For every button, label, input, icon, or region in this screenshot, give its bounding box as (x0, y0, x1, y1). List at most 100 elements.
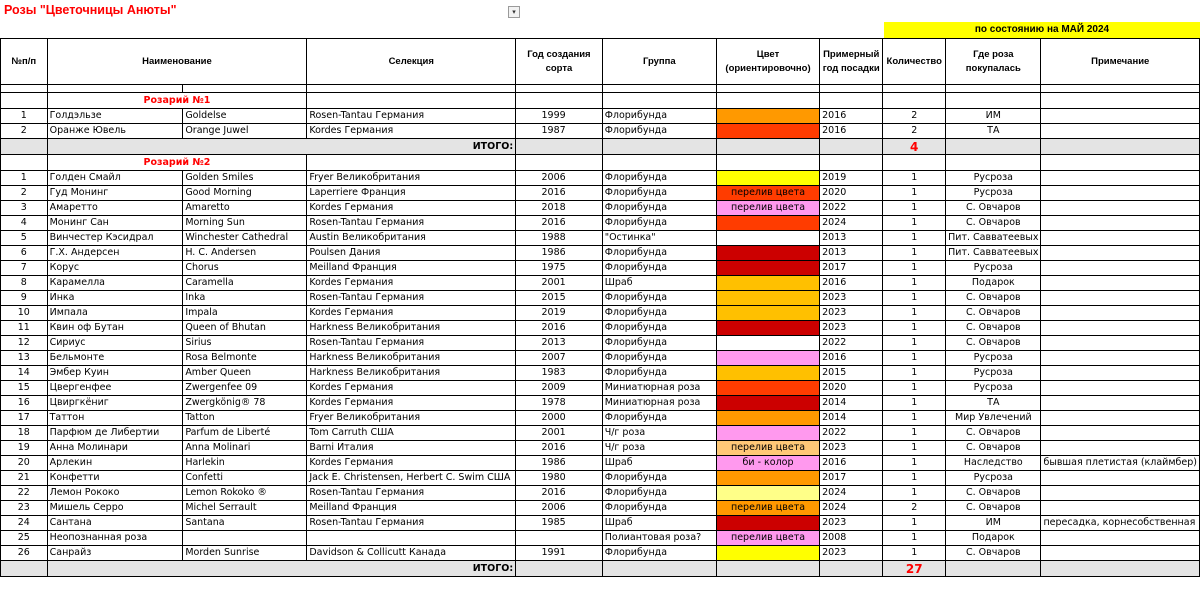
bought-at[interactable]: С. Овчаров (945, 215, 1042, 231)
color-swatch[interactable] (715, 395, 821, 411)
year-planted[interactable]: 2020 (819, 380, 884, 396)
note[interactable] (1040, 350, 1200, 366)
name-ru[interactable]: Импала (46, 305, 184, 321)
bought-at[interactable]: Русроза (945, 260, 1042, 276)
quantity[interactable]: 1 (882, 230, 947, 246)
empty-cell[interactable] (945, 154, 1042, 171)
quantity[interactable]: 1 (882, 290, 947, 306)
name-en[interactable]: Rosa Belmonte (182, 350, 308, 366)
year-created[interactable]: 1987 (515, 123, 603, 139)
color-swatch[interactable] (715, 425, 821, 441)
name-ru[interactable]: Инка (46, 290, 184, 306)
row-number[interactable]: 8 (0, 275, 48, 291)
row-number[interactable]: 1 (0, 170, 48, 186)
name-ru[interactable]: Конфетти (46, 470, 184, 486)
row-number[interactable]: 2 (0, 123, 48, 139)
name-en[interactable]: Queen of Bhutan (182, 320, 308, 336)
name-ru[interactable]: Голден Смайл (46, 170, 184, 186)
quantity[interactable]: 2 (882, 500, 947, 516)
selection[interactable]: Rosen-Tantau Германия (306, 335, 517, 351)
year-planted[interactable]: 2022 (819, 425, 884, 441)
name-ru[interactable]: Монинг Сан (46, 215, 184, 231)
year-planted[interactable]: 2024 (819, 215, 884, 231)
color-swatch[interactable] (715, 108, 821, 124)
group[interactable]: Шраб (601, 275, 717, 291)
row-number[interactable]: 26 (0, 545, 48, 561)
empty-cell[interactable] (819, 92, 884, 109)
name-ru[interactable]: Таттон (46, 410, 184, 426)
year-planted[interactable]: 2013 (819, 245, 884, 261)
selection[interactable]: Harkness Великобритания (306, 320, 517, 336)
year-planted[interactable]: 2014 (819, 395, 884, 411)
row-number[interactable]: 6 (0, 245, 48, 261)
bought-at[interactable]: С. Овчаров (945, 305, 1042, 321)
selection[interactable] (306, 530, 517, 546)
total-label[interactable]: ИТОГО: (46, 560, 517, 577)
note[interactable] (1040, 275, 1200, 291)
name-ru[interactable]: Эмбер Куин (46, 365, 184, 381)
bought-at[interactable]: С. Овчаров (945, 320, 1042, 336)
note[interactable] (1040, 245, 1200, 261)
color-swatch[interactable] (715, 275, 821, 291)
bought-at[interactable]: ТА (945, 123, 1042, 139)
year-created[interactable]: 2006 (515, 170, 603, 186)
bought-at[interactable]: Русроза (945, 185, 1042, 201)
empty-cell[interactable] (945, 92, 1042, 109)
quantity[interactable]: 1 (882, 485, 947, 501)
group[interactable]: Флорибунда (601, 108, 717, 124)
color-swatch[interactable] (715, 305, 821, 321)
color-swatch[interactable] (715, 170, 821, 186)
year-planted[interactable]: 2008 (819, 530, 884, 546)
selection[interactable]: Poulsen Дания (306, 245, 517, 261)
bought-at[interactable]: С. Овчаров (945, 335, 1042, 351)
color-swatch[interactable] (715, 245, 821, 261)
name-en[interactable]: Sirius (182, 335, 308, 351)
bought-at[interactable]: С. Овчаров (945, 545, 1042, 561)
year-planted[interactable]: 2016 (819, 108, 884, 124)
year-created[interactable]: 1988 (515, 230, 603, 246)
year-planted[interactable]: 2022 (819, 335, 884, 351)
group[interactable]: Миниатюрная роза (601, 380, 717, 396)
note[interactable] (1040, 380, 1200, 396)
empty-cell[interactable] (882, 84, 947, 93)
selection[interactable]: Rosen-Tantau Германия (306, 485, 517, 501)
note[interactable] (1040, 290, 1200, 306)
row-number[interactable]: 23 (0, 500, 48, 516)
name-ru[interactable]: Цвергенфее (46, 380, 184, 396)
name-en[interactable]: Anna Molinari (182, 440, 308, 456)
empty-cell[interactable] (715, 92, 821, 109)
note[interactable] (1040, 395, 1200, 411)
group[interactable]: Флорибунда (601, 123, 717, 139)
group[interactable]: Флорибунда (601, 365, 717, 381)
color-swatch[interactable] (715, 290, 821, 306)
year-planted[interactable]: 2015 (819, 365, 884, 381)
color-swatch[interactable]: перелив цвета (715, 530, 821, 546)
note[interactable] (1040, 170, 1200, 186)
quantity[interactable]: 1 (882, 350, 947, 366)
color-swatch[interactable] (715, 350, 821, 366)
name-ru[interactable]: Парфюм де Либертии (46, 425, 184, 441)
group[interactable]: Флорибунда (601, 350, 717, 366)
name-ru[interactable]: Г.Х. Андерсен (46, 245, 184, 261)
empty-cell[interactable] (1040, 560, 1200, 577)
year-planted[interactable]: 2016 (819, 350, 884, 366)
year-planted[interactable]: 2016 (819, 455, 884, 471)
selection[interactable]: Rosen-Tantau Германия (306, 515, 517, 531)
year-created[interactable]: 2016 (515, 185, 603, 201)
selection[interactable]: Kordes Германия (306, 123, 517, 139)
empty-cell[interactable] (882, 92, 947, 109)
name-en[interactable]: Lemon Rokoko ® (182, 485, 308, 501)
empty-cell[interactable] (819, 84, 884, 93)
quantity[interactable]: 2 (882, 108, 947, 124)
name-en[interactable] (182, 530, 308, 546)
row-number[interactable]: 5 (0, 230, 48, 246)
year-planted[interactable]: 2024 (819, 485, 884, 501)
year-planted[interactable]: 2019 (819, 170, 884, 186)
selection[interactable]: Fryer Великобритания (306, 410, 517, 426)
group[interactable]: Шраб (601, 455, 717, 471)
color-swatch[interactable]: перелив цвета (715, 440, 821, 456)
color-swatch[interactable] (715, 335, 821, 351)
color-swatch[interactable] (715, 470, 821, 486)
year-created[interactable]: 1986 (515, 455, 603, 471)
bought-at[interactable]: Русроза (945, 470, 1042, 486)
